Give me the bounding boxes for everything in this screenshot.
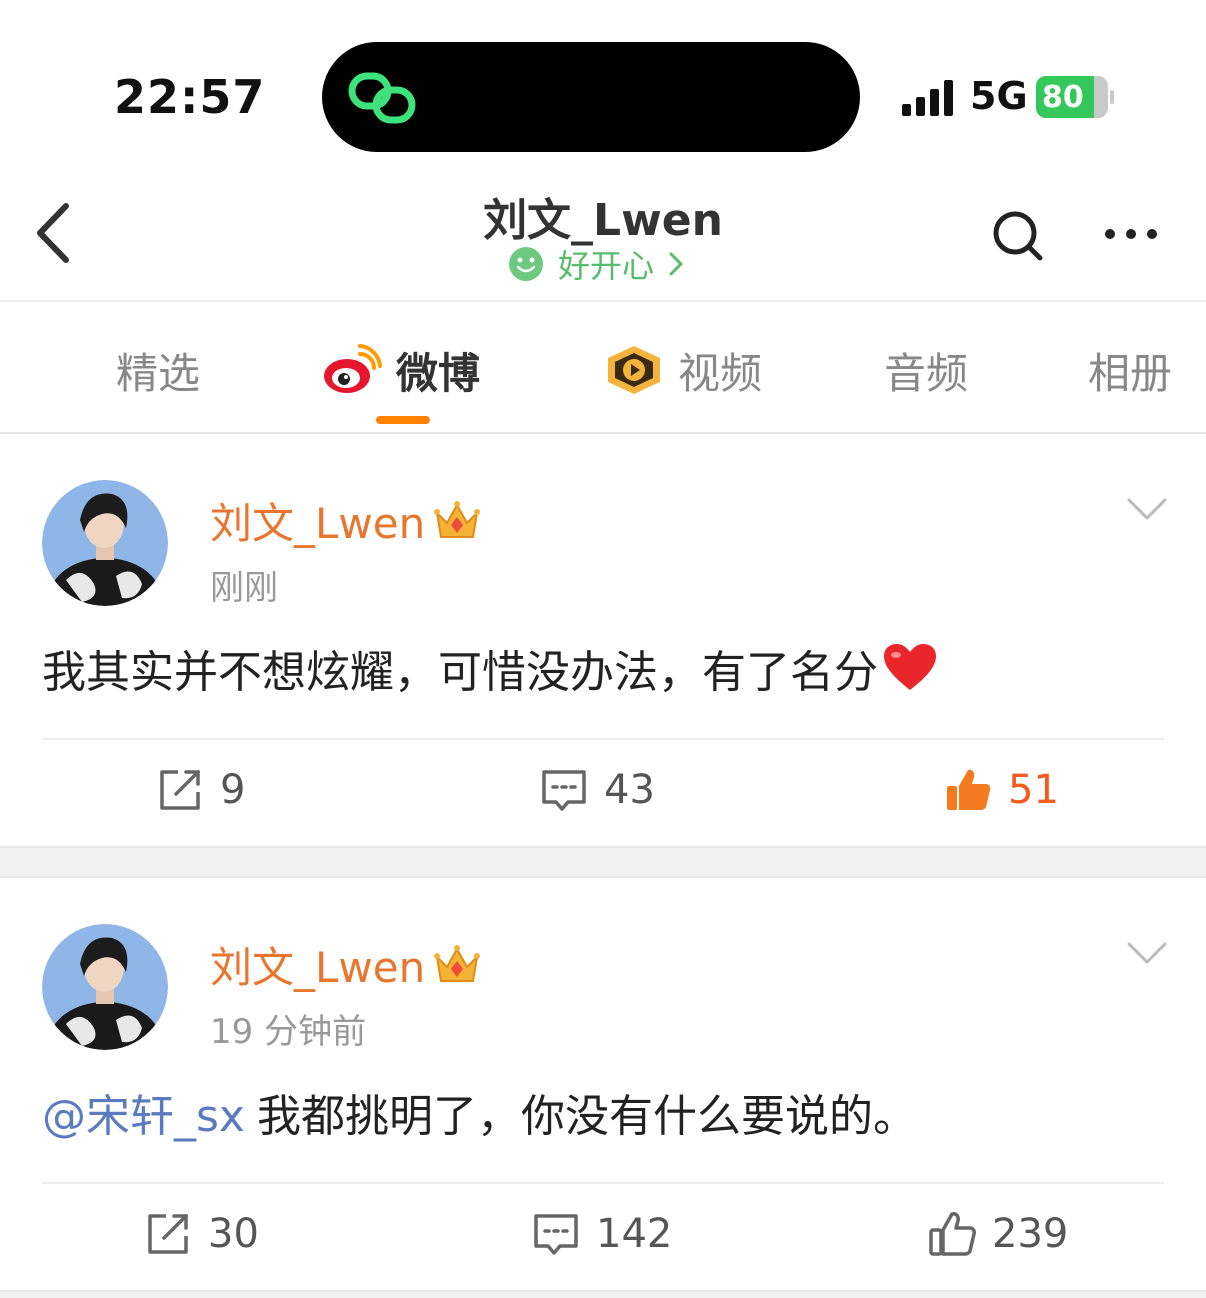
author-info[interactable]: 刘文_Lwen [210,934,481,995]
profile-tabs: 精选 微博 视频 音频 相册 [0,302,1206,434]
post-timestamp: 刚刚 [210,568,278,608]
post-separator [0,846,1206,878]
divider [42,1182,1164,1184]
battery-percent: 80 [1042,80,1084,115]
author-name[interactable]: 刘文_Lwen [210,934,425,995]
chevron-right-icon [669,252,683,276]
tab-label: 相册 [1088,348,1173,398]
feed-post[interactable]: 刘文_Lwen 19 分钟前 @宋轩_sx 我都挑明了，你没有什么要说的。 30 [0,880,1206,1290]
thumbs-up-filled-icon [947,769,991,810]
tab-weibo[interactable]: 微博 [322,340,480,400]
tab-video[interactable]: 视频 [604,340,762,400]
comment-count: 43 [604,767,655,813]
post-text: 我其实并不想炫耀，可惜没办法，有了名分 [42,647,878,698]
status-mood[interactable]: 好开心 [508,244,684,285]
repost-button[interactable]: 30 [144,1210,259,1258]
repost-button[interactable]: 9 [156,766,245,814]
tab-audio[interactable]: 音频 [884,340,968,400]
repost-count: 30 [208,1211,259,1257]
post-text: 我都挑明了，你没有什么要说的。 [256,1091,917,1142]
comment-button[interactable]: 142 [532,1210,672,1258]
comment-button[interactable]: 43 [540,766,655,814]
like-button[interactable]: 239 [928,1210,1068,1258]
video-play-icon [608,346,660,394]
comment-icon [534,1214,578,1255]
tab-label: 微博 [396,348,481,398]
feed-post[interactable]: 刘文_Lwen 刚刚 我其实并不想炫耀，可惜没办法，有了名分 9 43 51 [0,436,1206,846]
like-button[interactable]: 51 [944,766,1059,814]
like-count: 51 [1008,767,1059,813]
post-separator [0,1290,1206,1298]
author-name[interactable]: 刘文_Lwen [210,490,425,551]
mood-text: 好开心 [558,247,655,285]
tab-album[interactable]: 相册 [1088,340,1172,400]
author-info[interactable]: 刘文_Lwen [210,490,481,551]
tab-label: 音频 [884,348,969,398]
profile-header: 刘文_Lwen 好开心 [0,170,1206,302]
repost-icon [160,770,200,810]
weibo-logo-icon [324,344,382,393]
smile-icon [509,247,543,281]
repost-count: 9 [220,767,246,813]
tab-label: 精选 [116,348,201,398]
post-content[interactable]: @宋轩_sx 我都挑明了，你没有什么要说的。 [42,1080,917,1144]
status-time: 22:57 [114,70,266,124]
chevron-down-icon[interactable] [1126,496,1168,522]
battery-indicator: 80 [1036,76,1114,118]
like-count: 239 [992,1211,1069,1257]
divider [42,738,1164,740]
post-content[interactable]: 我其实并不想炫耀，可惜没办法，有了名分 [42,636,938,700]
comment-icon [542,770,586,811]
mention-link[interactable]: @宋轩_sx [42,1080,245,1144]
repost-icon [148,1214,188,1254]
heart-icon [884,644,936,690]
post-timestamp: 19 分钟前 [210,1012,367,1052]
search-icon[interactable] [990,208,1044,262]
link-app-icon [348,72,416,124]
avatar[interactable] [42,480,168,606]
cellular-signal-icon [902,80,953,116]
tab-label: 视频 [678,348,763,398]
avatar[interactable] [42,924,168,1050]
chevron-down-icon[interactable] [1126,940,1168,966]
tab-featured[interactable]: 精选 [116,340,200,400]
active-tab-indicator [376,416,430,424]
vip-crown-icon [434,944,481,982]
more-icon[interactable] [1102,224,1160,244]
dynamic-island [322,42,860,152]
vip-crown-icon [434,500,481,538]
status-bar: 22:57 5G 80 [0,0,1206,170]
network-type: 5G [970,74,1028,118]
comment-count: 142 [596,1211,673,1257]
thumbs-up-icon [929,1212,976,1256]
